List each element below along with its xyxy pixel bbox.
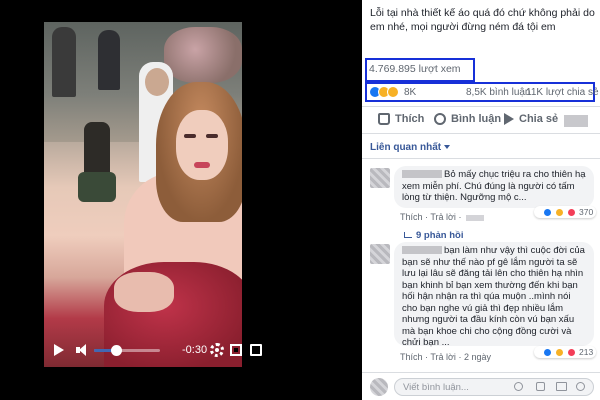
video-controls: -0:30	[44, 338, 262, 362]
comment-reactions[interactable]: 370	[534, 206, 597, 218]
video-background-object	[78, 172, 116, 202]
comment-time: 2 ngày	[463, 352, 491, 362]
comment-like-link[interactable]: Thích	[400, 212, 423, 222]
comment-bubble: bạn làm như vậy thì cuộc đời của bạn sẽ …	[394, 242, 594, 348]
gif-icon[interactable]	[556, 382, 567, 391]
reaction-summary[interactable]: 8K	[369, 86, 416, 98]
comment-reaction-count: 370	[579, 207, 594, 217]
comment-sort-label: Liên quan nhất	[370, 142, 442, 153]
fullscreen-icon[interactable]	[250, 344, 262, 356]
video-background-plant	[164, 27, 242, 83]
avatar[interactable]	[370, 168, 390, 188]
screenshot-root: -0:30 Lỗi tại nhà thiết kế áo quá đó chứ…	[0, 0, 600, 400]
comment-reply-link[interactable]: Trả lời	[430, 352, 456, 362]
video-pane: -0:30	[0, 0, 362, 400]
comment-author-blurred[interactable]	[402, 170, 442, 179]
comment-time-blurred	[465, 214, 484, 221]
haha-reaction-icon	[555, 207, 564, 217]
comment-meta: Thích · Trả lời · 2 ngày	[400, 352, 491, 362]
volume-icon[interactable]	[76, 344, 90, 356]
video-background-person	[98, 30, 120, 90]
comment-button-label: Bình luận	[451, 113, 502, 125]
share-button-label: Chia sẻ	[519, 113, 559, 125]
share-button[interactable]: Chia sẻ	[504, 113, 558, 125]
video-progress-bar[interactable]	[94, 349, 160, 352]
comment-count-link[interactable]: 8,5K bình luận	[466, 87, 531, 98]
play-icon[interactable]	[54, 344, 64, 356]
comment-reply-link[interactable]: Trả lời	[430, 212, 456, 222]
comment-like-link[interactable]: Thích	[400, 352, 423, 362]
comment-sort-dropdown[interactable]: Liên quan nhất	[370, 142, 451, 153]
comment-reaction-count: 213	[579, 347, 594, 357]
comment-icon	[434, 113, 446, 125]
post-side-panel: Lỗi tại nhà thiết kế áo quá đó chứ không…	[362, 0, 600, 400]
video-subject-lips	[194, 162, 210, 168]
view-replies-link[interactable]: 9 phản hồi	[404, 230, 464, 241]
avatar[interactable]	[370, 244, 390, 264]
thumbs-up-icon	[378, 113, 390, 125]
like-button[interactable]: Thích	[378, 113, 424, 125]
share-count-link[interactable]: 11K lượt chia sẻ	[526, 87, 599, 98]
view-count: 4.769.895 lượt xem	[369, 63, 461, 75]
video-subject-face	[176, 110, 228, 180]
avatar	[370, 378, 388, 396]
video-player[interactable]	[44, 22, 242, 367]
actor-avatar[interactable]	[564, 115, 588, 127]
comment-button[interactable]: Bình luận	[434, 113, 501, 125]
post-action-bar: Thích Bình luận Chia sẻ	[362, 106, 600, 134]
video-background-person-head	[145, 68, 169, 96]
video-progress-handle[interactable]	[111, 345, 123, 356]
comment-reactions[interactable]: 213	[534, 346, 597, 358]
camera-icon[interactable]	[536, 382, 545, 391]
video-time-remaining: -0:30	[182, 344, 208, 356]
wow-reaction-icon	[387, 86, 399, 98]
love-reaction-icon	[567, 207, 576, 217]
reply-arrow-icon	[404, 232, 412, 239]
video-subject-hand	[114, 272, 174, 312]
love-reaction-icon	[567, 347, 576, 357]
reaction-count: 8K	[404, 86, 417, 98]
expand-icon[interactable]	[230, 344, 242, 356]
video-subject-eye	[184, 134, 196, 138]
like-reaction-icon	[543, 207, 552, 217]
replies-label: 9 phản hồi	[416, 230, 464, 241]
video-subject-eye	[206, 134, 218, 138]
emoji-icon[interactable]	[514, 382, 523, 391]
comment-text: bạn làm như vậy thì cuộc đời của bạn sẽ …	[402, 245, 585, 348]
gear-icon[interactable]	[210, 343, 224, 357]
video-background-person	[52, 27, 76, 97]
comment-bubble: Bỏ mấy chục triệu ra cho thiên hạ xem mi…	[394, 166, 594, 208]
comment-author-blurred[interactable]	[402, 246, 442, 255]
like-button-label: Thích	[395, 113, 425, 125]
like-reaction-icon	[543, 347, 552, 357]
post-caption: Lỗi tại nhà thiết kế áo quá đó chứ không…	[370, 7, 595, 33]
comment-meta: Thích · Trả lời ·	[400, 212, 484, 222]
share-icon	[504, 113, 514, 125]
comment-composer: Viết bình luận...	[362, 372, 600, 400]
sticker-icon[interactable]	[576, 382, 585, 391]
chevron-down-icon	[444, 145, 451, 150]
haha-reaction-icon	[555, 347, 564, 357]
divider	[362, 158, 600, 159]
